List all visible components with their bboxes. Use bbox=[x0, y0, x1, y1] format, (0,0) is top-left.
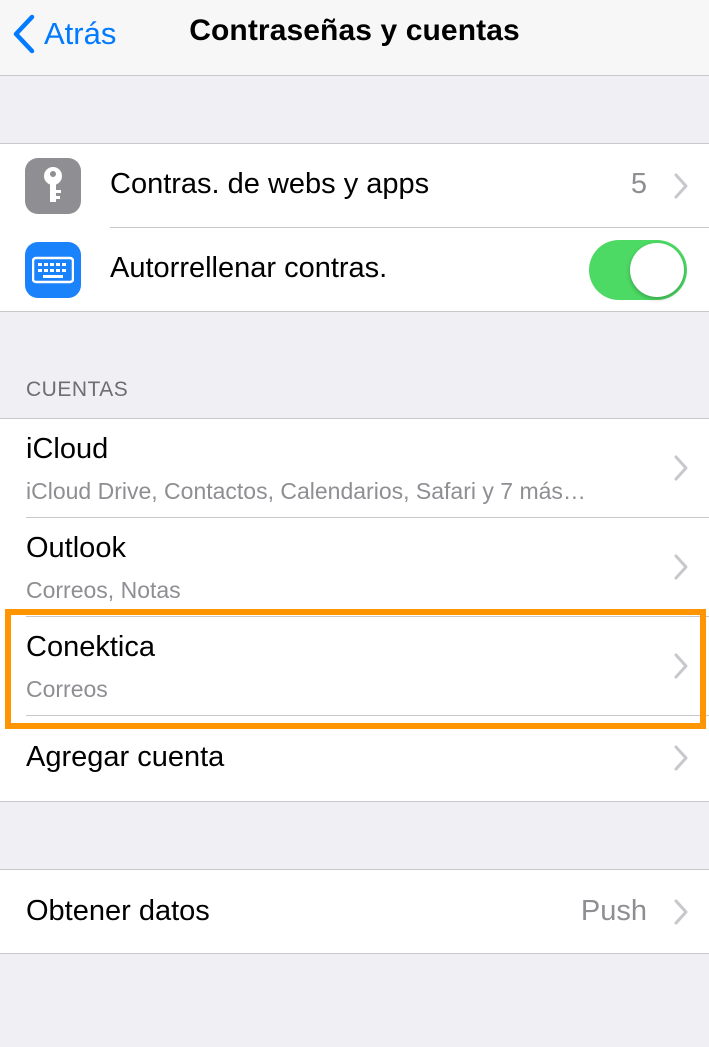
fetch-new-data-row[interactable]: Obtener datos Push bbox=[0, 870, 709, 953]
add-account-label: Agregar cuenta bbox=[26, 741, 225, 773]
chevron-right-icon bbox=[673, 898, 689, 926]
chevron-right-icon bbox=[673, 454, 689, 482]
fetch-group: Obtener datos Push bbox=[0, 869, 709, 954]
autofill-passwords-label: Autorrellenar contras. bbox=[110, 252, 388, 284]
fetch-mode-value: Push bbox=[580, 895, 647, 927]
autofill-passwords-row: Autorrellenar contras. bbox=[0, 228, 709, 312]
account-name: Conektica bbox=[26, 631, 155, 663]
account-services: Correos bbox=[26, 676, 108, 702]
navigation-bar: Atrás Contraseñas y cuentas bbox=[0, 0, 709, 76]
account-services: Correos, Notas bbox=[26, 577, 181, 603]
autofill-toggle[interactable] bbox=[589, 240, 687, 300]
keyboard-icon bbox=[25, 242, 81, 298]
web-app-passwords-label: Contras. de webs y apps bbox=[110, 168, 430, 200]
fetch-new-data-label: Obtener datos bbox=[26, 895, 210, 927]
account-row-conektica[interactable]: Conektica Correos bbox=[0, 617, 709, 716]
chevron-right-icon bbox=[673, 744, 689, 772]
web-app-passwords-row[interactable]: Contras. de webs y apps 5 bbox=[0, 144, 709, 228]
account-row-outlook[interactable]: Outlook Correos, Notas bbox=[0, 518, 709, 617]
key-icon bbox=[25, 158, 81, 214]
chevron-right-icon bbox=[673, 652, 689, 680]
account-name: iCloud bbox=[26, 433, 109, 465]
passwords-group: Contras. de webs y apps 5 Autorrellenar … bbox=[0, 143, 709, 312]
add-account-row[interactable]: Agregar cuenta bbox=[0, 716, 709, 801]
accounts-section-header: CUENTAS bbox=[26, 378, 129, 401]
account-name: Outlook bbox=[26, 532, 126, 564]
account-row-icloud[interactable]: iCloud iCloud Drive, Contactos, Calendar… bbox=[0, 419, 709, 518]
chevron-right-icon bbox=[673, 172, 689, 200]
toggle-knob bbox=[630, 243, 684, 297]
accounts-group: iCloud iCloud Drive, Contactos, Calendar… bbox=[0, 418, 709, 802]
page-title: Contraseñas y cuentas bbox=[189, 14, 520, 47]
account-services: iCloud Drive, Contactos, Calendarios, Sa… bbox=[26, 478, 586, 504]
chevron-right-icon bbox=[673, 553, 689, 581]
password-count: 5 bbox=[630, 168, 647, 200]
